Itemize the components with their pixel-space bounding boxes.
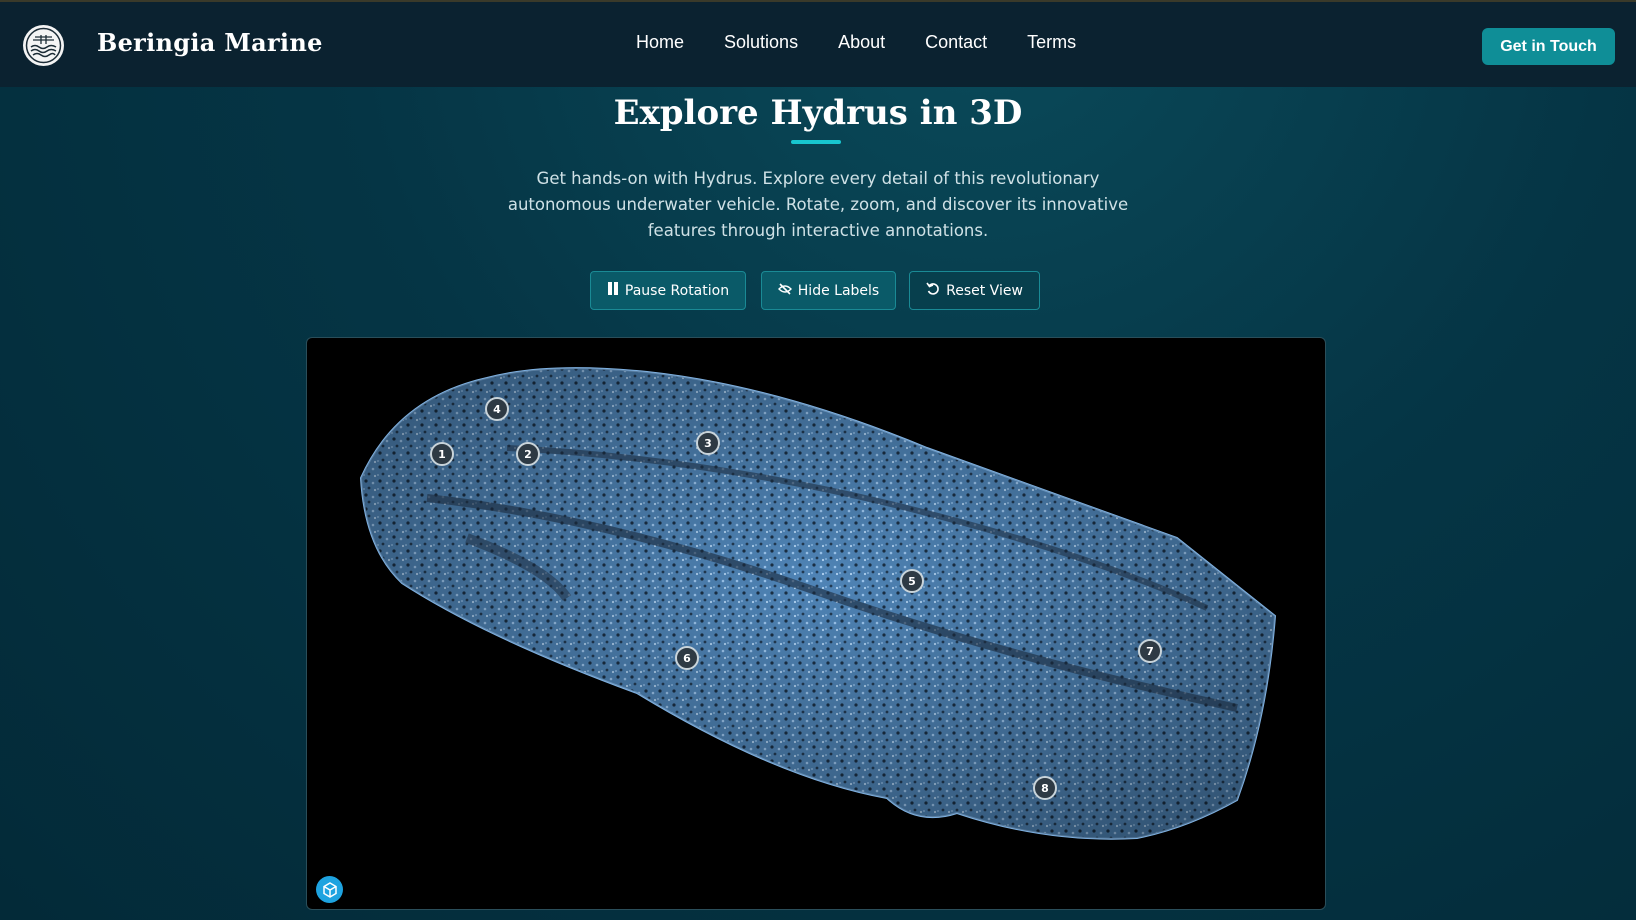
hero-description: Get hands-on with Hydrus. Explore every … bbox=[507, 169, 1129, 240]
nav-contact-link[interactable]: Contact bbox=[925, 32, 987, 53]
brand-logo-icon[interactable] bbox=[23, 25, 64, 66]
pause-icon bbox=[607, 282, 619, 299]
reset-view-label: Reset View bbox=[946, 282, 1023, 299]
annotation-hotspot-6[interactable]: 6 bbox=[675, 646, 699, 670]
get-in-touch-button[interactable]: Get in Touch bbox=[1482, 28, 1615, 65]
brand-name[interactable]: Beringia Marine bbox=[97, 28, 323, 57]
annotation-hotspot-3[interactable]: 3 bbox=[696, 431, 720, 455]
undo-icon bbox=[926, 282, 940, 300]
annotation-hotspot-8[interactable]: 8 bbox=[1033, 776, 1057, 800]
nav-solutions-link[interactable]: Solutions bbox=[724, 32, 798, 53]
main-nav: Home Solutions About Contact Terms bbox=[636, 32, 1116, 53]
pause-rotation-button[interactable]: Pause Rotation bbox=[590, 271, 746, 310]
annotation-hotspot-2[interactable]: 2 bbox=[516, 442, 540, 466]
annotation-hotspot-5[interactable]: 5 bbox=[900, 569, 924, 593]
reset-view-button[interactable]: Reset View bbox=[909, 271, 1040, 310]
title-underline bbox=[791, 140, 841, 144]
annotation-hotspot-7[interactable]: 7 bbox=[1138, 639, 1162, 663]
hydrus-3d-model[interactable] bbox=[307, 338, 1326, 910]
nav-home-link[interactable]: Home bbox=[636, 32, 684, 53]
hide-labels-button[interactable]: Hide Labels bbox=[761, 271, 896, 310]
nav-terms-link[interactable]: Terms bbox=[1027, 32, 1076, 53]
eye-slash-icon bbox=[777, 282, 792, 299]
nav-about-link[interactable]: About bbox=[838, 32, 885, 53]
page-title: Explore Hydrus in 3D bbox=[613, 93, 1023, 133]
hide-labels-label: Hide Labels bbox=[797, 282, 880, 299]
cube-icon[interactable] bbox=[316, 876, 343, 903]
annotation-hotspot-4[interactable]: 4 bbox=[485, 397, 509, 421]
annotation-hotspot-1[interactable]: 1 bbox=[430, 442, 454, 466]
3d-model-viewer[interactable]: 1 2 3 4 5 6 7 8 bbox=[306, 337, 1326, 910]
pause-rotation-label: Pause Rotation bbox=[624, 282, 730, 299]
top-navigation-bar: Beringia Marine Home Solutions About Con… bbox=[0, 0, 1636, 87]
